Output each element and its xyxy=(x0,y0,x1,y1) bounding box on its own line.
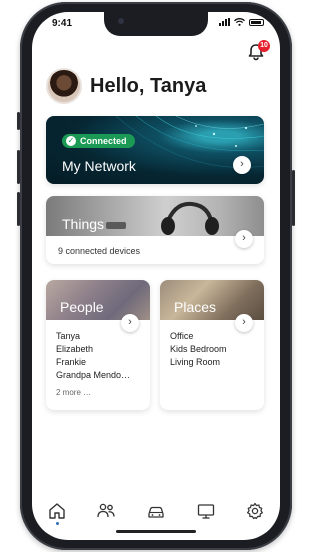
tab-devices[interactable] xyxy=(195,500,217,522)
list-item: Grandpa Mendo… xyxy=(56,370,131,380)
places-list: Office Kids Bedroom Living Room xyxy=(170,330,227,369)
volume-down-button xyxy=(17,192,20,226)
connected-badge: ✓ Connected xyxy=(62,134,135,148)
more-link[interactable]: 2 more … xyxy=(56,388,91,397)
places-title: Places xyxy=(174,299,217,315)
chevron-right-icon[interactable]: › xyxy=(235,314,253,332)
home-indicator xyxy=(116,530,196,533)
app-screen: 9:41 10 Hello, Tanya ✓ Connected My Netw… xyxy=(32,12,280,540)
connected-label: Connected xyxy=(80,136,127,146)
notch xyxy=(104,12,208,36)
network-title: My Network xyxy=(62,158,136,174)
people-icon xyxy=(97,503,116,518)
my-network-card[interactable]: ✓ Connected My Network › xyxy=(46,116,264,184)
people-list: Tanya Elizabeth Frankie Grandpa Mendo… xyxy=(56,330,130,382)
chevron-right-icon[interactable]: › xyxy=(233,156,251,174)
greeting-row: Hello, Tanya xyxy=(46,68,206,104)
greeting-title: Hello, Tanya xyxy=(90,74,207,97)
active-tab-indicator xyxy=(55,522,59,525)
status-icons xyxy=(219,18,264,26)
places-card[interactable]: Places › Office Kids Bedroom Living Room xyxy=(160,280,264,410)
volume-up-button xyxy=(17,150,20,184)
list-item: Tanya xyxy=(56,331,81,341)
list-item: Living Room xyxy=(170,357,221,367)
things-subtitle: 9 connected devices xyxy=(58,246,141,256)
settings-icon xyxy=(247,502,264,520)
tab-car[interactable] xyxy=(145,500,167,522)
tab-home[interactable] xyxy=(46,500,68,525)
status-time: 9:41 xyxy=(52,18,73,29)
list-item: Elizabeth xyxy=(56,344,94,354)
wifi-icon xyxy=(234,18,245,26)
people-card[interactable]: People › Tanya Elizabeth Frankie Grandpa… xyxy=(46,280,150,410)
tab-bar xyxy=(32,498,280,525)
chevron-right-icon[interactable]: › xyxy=(235,230,253,248)
tab-people[interactable] xyxy=(95,500,117,522)
things-card[interactable]: Things 9 connected devices › xyxy=(46,196,264,264)
check-icon: ✓ xyxy=(66,136,76,146)
mute-switch xyxy=(17,112,20,130)
camera xyxy=(118,18,124,24)
people-title: People xyxy=(60,299,104,315)
signal-icon xyxy=(219,18,230,26)
battery-icon xyxy=(249,18,264,26)
tab-settings[interactable] xyxy=(244,500,266,522)
things-title: Things xyxy=(62,216,105,232)
list-item: Kids Bedroom xyxy=(170,344,227,354)
monitor-icon xyxy=(197,504,214,519)
car-icon xyxy=(148,506,164,518)
home-icon xyxy=(49,503,65,519)
power-button xyxy=(292,170,295,226)
notification-badge: 10 xyxy=(258,40,270,52)
list-item: Frankie xyxy=(56,357,87,367)
list-item: Office xyxy=(170,331,194,341)
avatar[interactable] xyxy=(46,68,82,104)
